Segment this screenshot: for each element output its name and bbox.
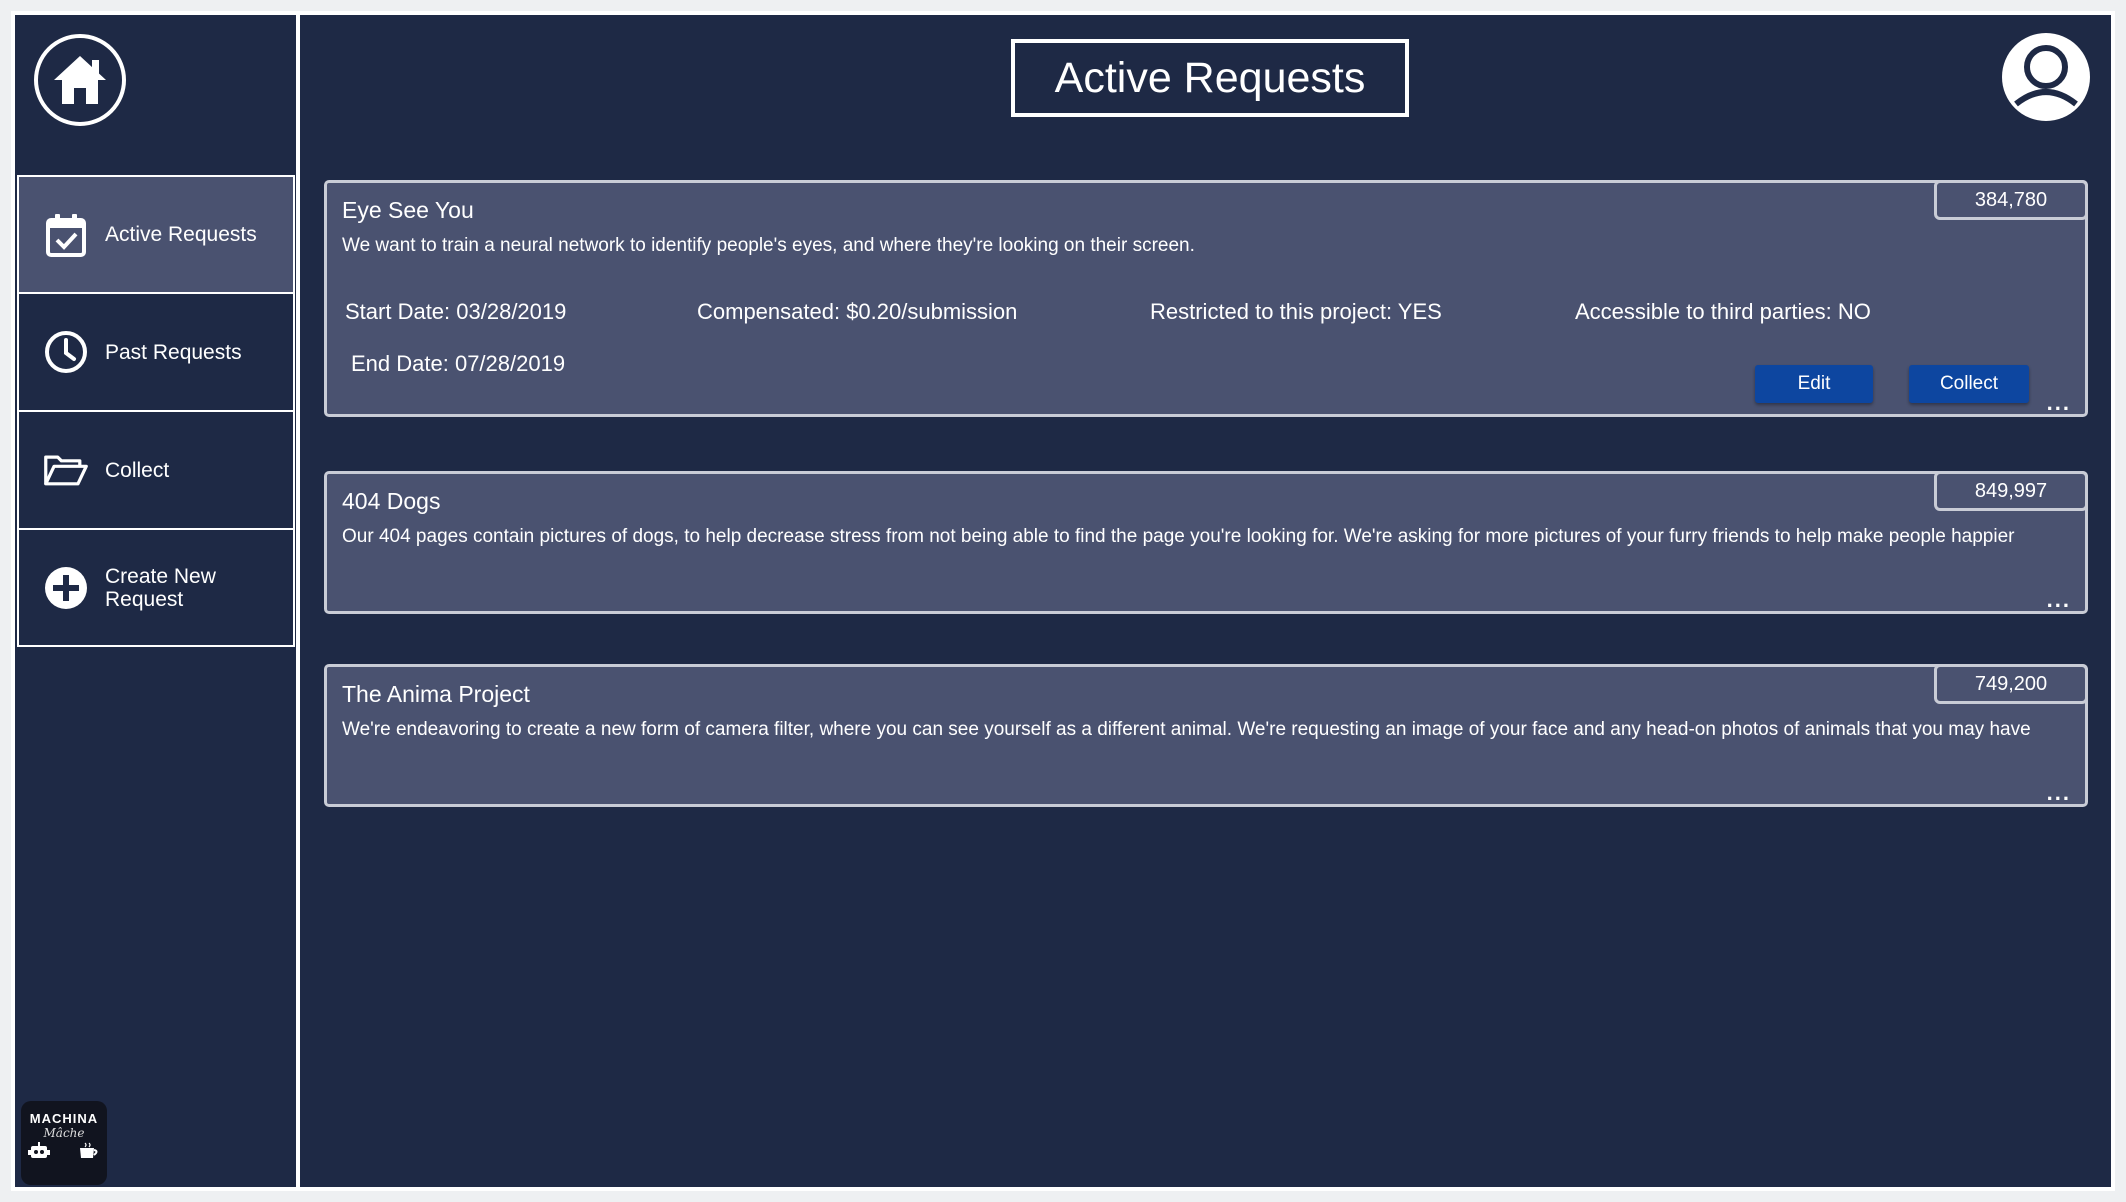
sidebar-item-collect[interactable]: Collect <box>17 411 295 529</box>
compensation: Compensated: $0.20/submission <box>697 299 1018 324</box>
request-title: Eye See You <box>342 197 474 223</box>
edit-button[interactable]: Edit <box>1755 365 1873 403</box>
clock-icon <box>43 329 89 375</box>
submission-count-badge: 749,200 <box>1934 664 2088 704</box>
app-logo: MACHINA Mâche <box>21 1101 107 1185</box>
user-avatar-icon[interactable] <box>2001 32 2091 122</box>
submission-count-badge: 849,997 <box>1934 471 2088 511</box>
sidebar-item-label: Past Requests <box>105 340 242 364</box>
more-options-button[interactable]: ... <box>2047 782 2071 804</box>
home-button[interactable] <box>34 34 126 126</box>
main-content: Active Requests Eye See You 384,780 We w… <box>304 15 2111 1187</box>
more-options-button[interactable]: ... <box>2047 589 2071 611</box>
request-card[interactable]: The Anima Project 749,200 We're endeavor… <box>324 664 2088 807</box>
collect-button[interactable]: Collect <box>1909 365 2029 403</box>
sidebar-item-label: Collect <box>105 458 170 482</box>
more-options-button[interactable]: ... <box>2047 392 2071 414</box>
sidebar: Active Requests Past Requests Collect Cr… <box>15 15 300 1187</box>
restricted-flag: Restricted to this project: YES <box>1150 299 1442 324</box>
robot-icon <box>28 1142 50 1158</box>
open-folder-icon <box>43 447 89 493</box>
sidebar-item-label: Active Requests <box>105 223 257 246</box>
logo-subtext: Mâche <box>43 1126 85 1140</box>
end-date: End Date: 07/28/2019 <box>351 351 566 376</box>
app-window: Active Requests Past Requests Collect Cr… <box>11 11 2115 1191</box>
start-date: Start Date: 03/28/2019 <box>345 299 567 324</box>
request-description: Our 404 pages contain pictures of dogs, … <box>342 526 2015 547</box>
request-title: The Anima Project <box>342 681 530 707</box>
request-card[interactable]: Eye See You 384,780 We want to train a n… <box>324 180 2088 417</box>
third-party-flag: Accessible to third parties: NO <box>1575 299 1871 324</box>
logo-text: MACHINA <box>29 1111 99 1126</box>
plus-circle-icon <box>43 565 89 611</box>
request-title: 404 Dogs <box>342 488 441 514</box>
sidebar-item-past-requests[interactable]: Past Requests <box>17 293 295 411</box>
request-card[interactable]: 404 Dogs 849,997 Our 404 pages contain p… <box>324 471 2088 614</box>
sidebar-item-label: Create New Request <box>105 564 216 611</box>
sidebar-item-active-requests[interactable]: Active Requests <box>17 175 295 293</box>
cup-icon <box>80 1142 98 1158</box>
request-description: We want to train a neural network to ide… <box>342 235 1195 256</box>
request-description: We're endeavoring to create a new form o… <box>342 719 2031 740</box>
sidebar-item-create-new-request[interactable]: Create New Request <box>17 529 295 647</box>
calendar-check-icon <box>43 212 89 258</box>
submission-count-badge: 384,780 <box>1934 180 2088 220</box>
home-icon <box>54 56 106 104</box>
sidebar-nav: Active Requests Past Requests Collect Cr… <box>17 175 295 647</box>
page-title: Active Requests <box>1011 39 1409 117</box>
